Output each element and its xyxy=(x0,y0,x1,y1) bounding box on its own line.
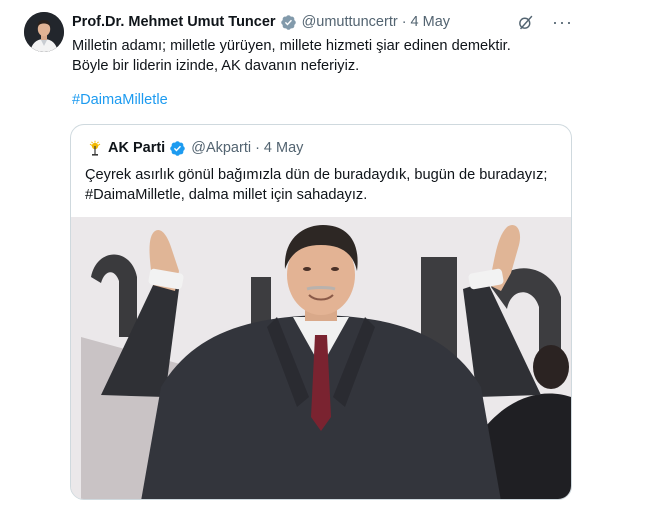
tweet[interactable]: Prof.Dr. Mehmet Umut Tuncer @umuttuncert… xyxy=(0,0,655,526)
separator-dot: · xyxy=(401,14,407,30)
author-handle[interactable]: @umuttuncertr xyxy=(302,14,398,30)
quoted-author-name[interactable]: AK Parti xyxy=(108,140,165,156)
separator-dot: · xyxy=(255,140,260,156)
header-actions: ··· xyxy=(517,12,573,32)
ak-parti-logo-icon xyxy=(89,140,101,156)
quoted-tweet-date[interactable]: 4 May xyxy=(264,140,304,156)
author-name[interactable]: Prof.Dr. Mehmet Umut Tuncer xyxy=(72,14,276,30)
quoted-tweet-photo[interactable] xyxy=(71,217,571,499)
author-avatar[interactable] xyxy=(24,12,64,52)
quoted-author-handle[interactable]: @Akparti xyxy=(191,140,251,156)
grok-icon[interactable] xyxy=(517,14,534,31)
tweet-hashtag[interactable]: #DaimaMilletle xyxy=(72,92,168,108)
verified-badge-icon xyxy=(170,140,185,156)
tweet-header: Prof.Dr. Mehmet Umut Tuncer @umuttuncert… xyxy=(72,12,450,32)
quoted-tweet-header: AK Parti @Akparti · 4 May xyxy=(87,138,303,158)
verified-badge-icon xyxy=(280,14,296,30)
tweet-text: Milletin adamı; milletle yürüyen, millet… xyxy=(72,38,511,74)
quoted-tweet-text: Çeyrek asırlık gönül bağımızla dün de bu… xyxy=(85,167,548,203)
quoted-tweet[interactable]: AK Parti @Akparti · 4 May Çeyrek asırlık… xyxy=(70,124,572,500)
tweet-date[interactable]: 4 May xyxy=(411,14,451,30)
more-options-icon[interactable]: ··· xyxy=(552,13,573,31)
